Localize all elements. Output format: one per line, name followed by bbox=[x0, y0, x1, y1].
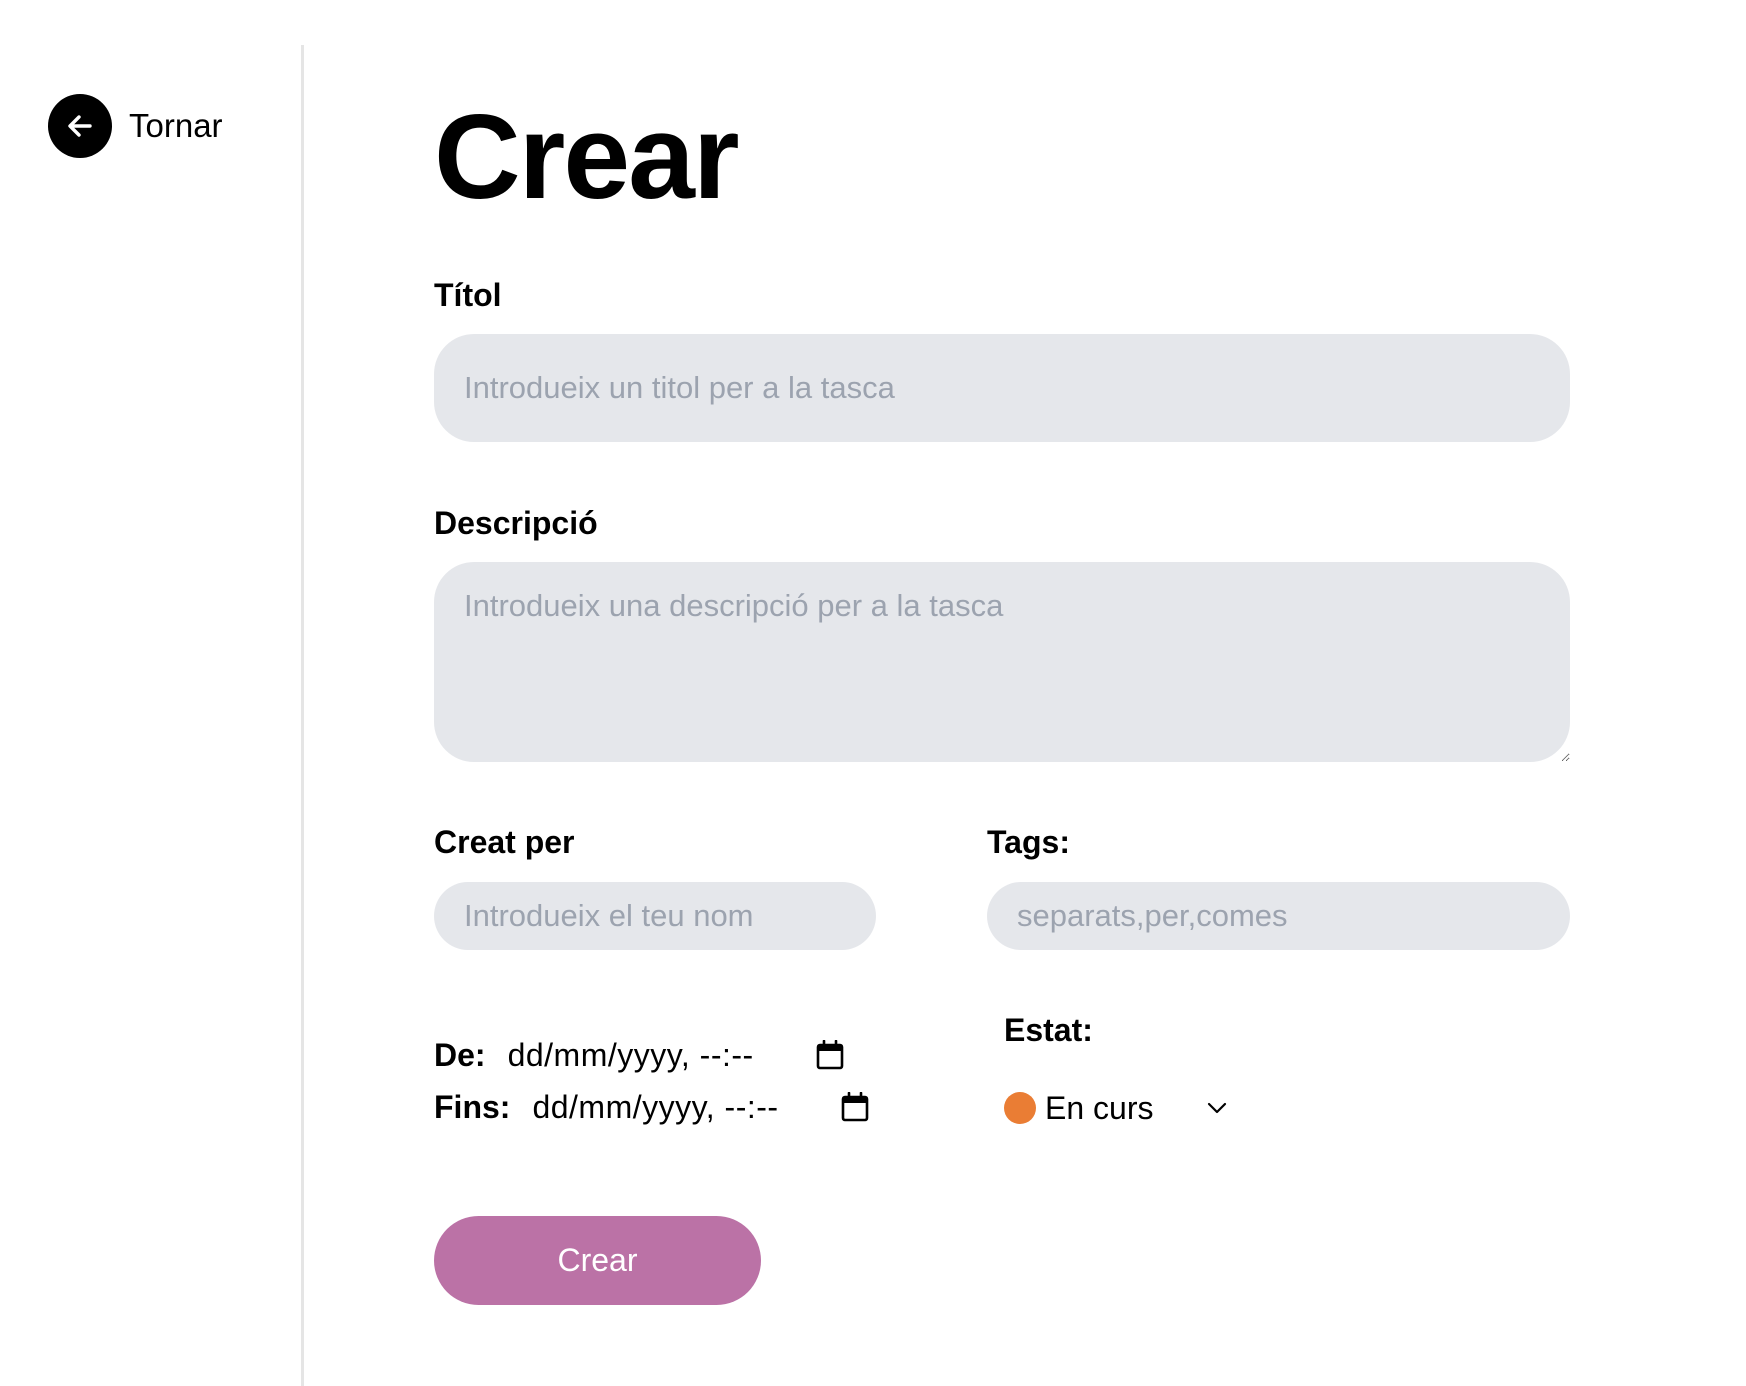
status-select[interactable]: En curs bbox=[1004, 1088, 1227, 1128]
arrow-left-icon bbox=[48, 94, 112, 158]
tags-input[interactable] bbox=[987, 882, 1570, 950]
from-date-input[interactable]: dd/mm/yyyy, --:-- bbox=[508, 1035, 754, 1075]
description-textarea[interactable] bbox=[434, 562, 1570, 762]
calendar-icon[interactable] bbox=[816, 1040, 844, 1070]
from-date-label: De: bbox=[434, 1037, 486, 1073]
until-date-label: Fins: bbox=[434, 1089, 511, 1125]
created-by-input[interactable] bbox=[434, 882, 876, 950]
title-label: Títol bbox=[434, 277, 502, 313]
until-date-row: Fins: dd/mm/yyyy, --:-- bbox=[434, 1087, 869, 1127]
calendar-icon[interactable] bbox=[841, 1092, 869, 1122]
title-input[interactable] bbox=[434, 334, 1570, 442]
page-title: Crear bbox=[434, 90, 740, 224]
status-selected-value: En curs bbox=[1045, 1090, 1154, 1126]
create-button[interactable]: Crear bbox=[434, 1216, 761, 1305]
tags-label: Tags: bbox=[987, 824, 1070, 860]
sidebar: Tornar bbox=[0, 0, 303, 1386]
description-label: Descripció bbox=[434, 505, 598, 541]
chevron-down-icon bbox=[1207, 1102, 1227, 1114]
until-date-input[interactable]: dd/mm/yyyy, --:-- bbox=[532, 1087, 778, 1127]
status-dot bbox=[1004, 1092, 1036, 1124]
from-date-row: De: dd/mm/yyyy, --:-- bbox=[434, 1035, 844, 1075]
sidebar-divider bbox=[301, 45, 304, 1386]
created-by-label: Creat per bbox=[434, 824, 575, 860]
back-button[interactable]: Tornar bbox=[48, 94, 223, 158]
status-label: Estat: bbox=[1004, 1012, 1093, 1048]
back-label: Tornar bbox=[129, 107, 223, 144]
